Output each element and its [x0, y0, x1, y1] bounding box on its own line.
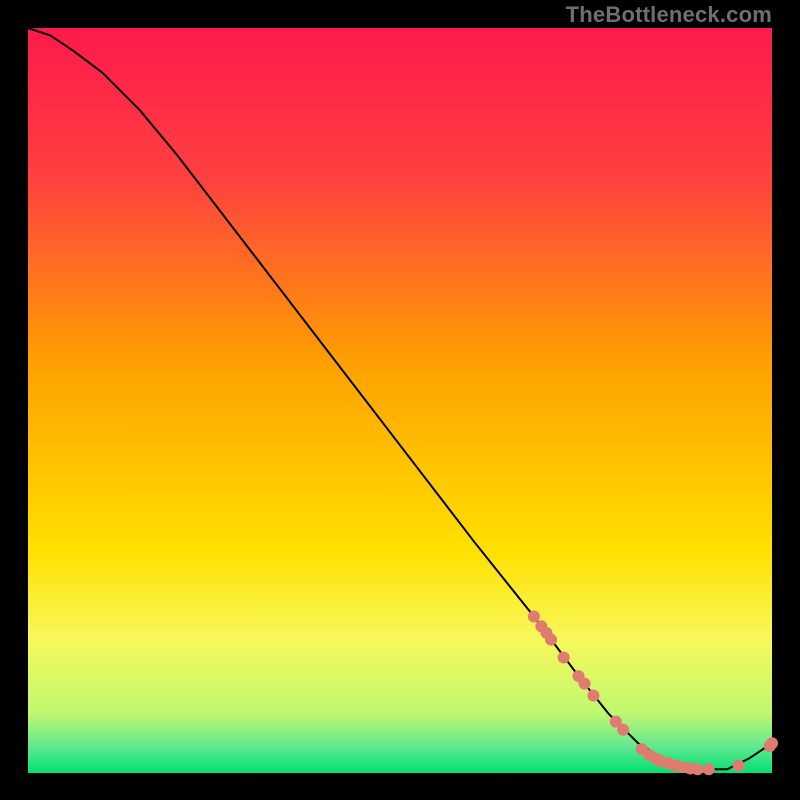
bottleneck-chart	[0, 0, 800, 800]
plot-area	[28, 28, 778, 775]
marker-dot	[692, 763, 704, 775]
marker-dot	[579, 678, 591, 690]
marker-dot	[733, 760, 745, 772]
marker-dot	[617, 724, 629, 736]
marker-dot	[766, 737, 778, 749]
marker-dot	[703, 763, 715, 775]
chart-root: TheBottleneck.com	[0, 0, 800, 800]
marker-dot	[587, 690, 599, 702]
marker-dot	[545, 634, 557, 646]
gradient-background	[28, 28, 772, 773]
watermark-text: TheBottleneck.com	[566, 2, 772, 28]
marker-dot	[528, 611, 540, 623]
marker-dot	[558, 652, 570, 664]
